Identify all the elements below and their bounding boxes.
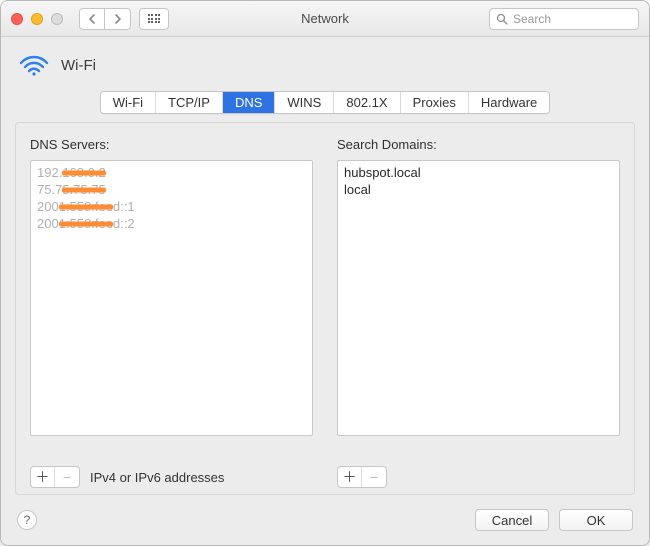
- remove-domain-button[interactable]: −: [362, 467, 386, 487]
- dns-add-remove: ＋ −: [30, 466, 80, 488]
- titlebar: Network: [1, 1, 649, 37]
- interface-name: Wi-Fi: [61, 57, 96, 74]
- tab-hardware[interactable]: Hardware: [469, 92, 549, 113]
- dns-server-row[interactable]: 2001:558:feed::2: [35, 215, 308, 232]
- minus-icon: −: [370, 469, 378, 485]
- forward-button[interactable]: [105, 8, 131, 30]
- dns-servers-controls: ＋ − IPv4 or IPv6 addresses: [30, 460, 313, 488]
- close-window-button[interactable]: [11, 13, 23, 25]
- tab-proxies[interactable]: Proxies: [401, 92, 469, 113]
- search-domains-list[interactable]: hubspot.local local: [337, 160, 620, 436]
- search-input[interactable]: [513, 12, 632, 26]
- tab-dns[interactable]: DNS: [223, 92, 275, 113]
- tabs: Wi-Fi TCP/IP DNS WINS 802.1X Proxies Har…: [100, 91, 551, 114]
- tab-wins[interactable]: WINS: [275, 92, 334, 113]
- search-domains-controls: ＋ −: [337, 460, 620, 488]
- interface-header: Wi-Fi: [1, 37, 649, 85]
- minus-icon: −: [63, 469, 71, 485]
- search-domain-row[interactable]: local: [342, 181, 615, 198]
- content-area: Wi-Fi Wi-Fi TCP/IP DNS WINS 802.1X Proxi…: [1, 37, 649, 545]
- dns-server-row[interactable]: 2001:558:feed::1: [35, 198, 308, 215]
- chevron-right-icon: [114, 14, 122, 24]
- minimize-window-button[interactable]: [31, 13, 43, 25]
- plus-icon: ＋: [36, 467, 50, 487]
- wifi-icon: [19, 53, 49, 77]
- search-field[interactable]: [489, 8, 639, 30]
- preferences-window: Network Wi-Fi Wi-Fi TCP/IP DNS WINS 802.…: [0, 0, 650, 546]
- dns-server-row[interactable]: 75.75.75.75: [35, 181, 308, 198]
- plus-icon: ＋: [343, 467, 357, 487]
- window-title: Network: [301, 11, 349, 26]
- search-icon: [496, 13, 508, 25]
- search-domain-row[interactable]: hubspot.local: [342, 164, 615, 181]
- dns-server-row[interactable]: 192.168.0.2: [35, 164, 308, 181]
- add-dns-button[interactable]: ＋: [31, 467, 55, 487]
- nav-group: [79, 8, 131, 30]
- dns-servers-list[interactable]: 192.168.0.2 75.75.75.75 2001:558:feed::1…: [30, 160, 313, 436]
- back-button[interactable]: [79, 8, 105, 30]
- domain-add-remove: ＋ −: [337, 466, 387, 488]
- tab-wifi[interactable]: Wi-Fi: [101, 92, 156, 113]
- footer: ? Cancel OK: [1, 505, 649, 545]
- help-button[interactable]: ?: [17, 510, 37, 530]
- tab-8021x[interactable]: 802.1X: [334, 92, 400, 113]
- window-controls: [11, 13, 63, 25]
- chevron-left-icon: [88, 14, 96, 24]
- dns-hint: IPv4 or IPv6 addresses: [90, 470, 224, 485]
- ok-button[interactable]: OK: [559, 509, 633, 531]
- dns-servers-label: DNS Servers:: [30, 137, 313, 154]
- remove-dns-button[interactable]: −: [55, 467, 79, 487]
- help-icon: ?: [24, 513, 31, 527]
- dns-panel: DNS Servers: Search Domains: 192.168.0.2…: [15, 122, 635, 495]
- show-all-button[interactable]: [139, 8, 169, 30]
- grid-icon: [148, 14, 161, 23]
- search-domains-label: Search Domains:: [337, 137, 620, 154]
- tab-tcpip[interactable]: TCP/IP: [156, 92, 223, 113]
- cancel-button[interactable]: Cancel: [475, 509, 549, 531]
- zoom-window-button: [51, 13, 63, 25]
- add-domain-button[interactable]: ＋: [338, 467, 362, 487]
